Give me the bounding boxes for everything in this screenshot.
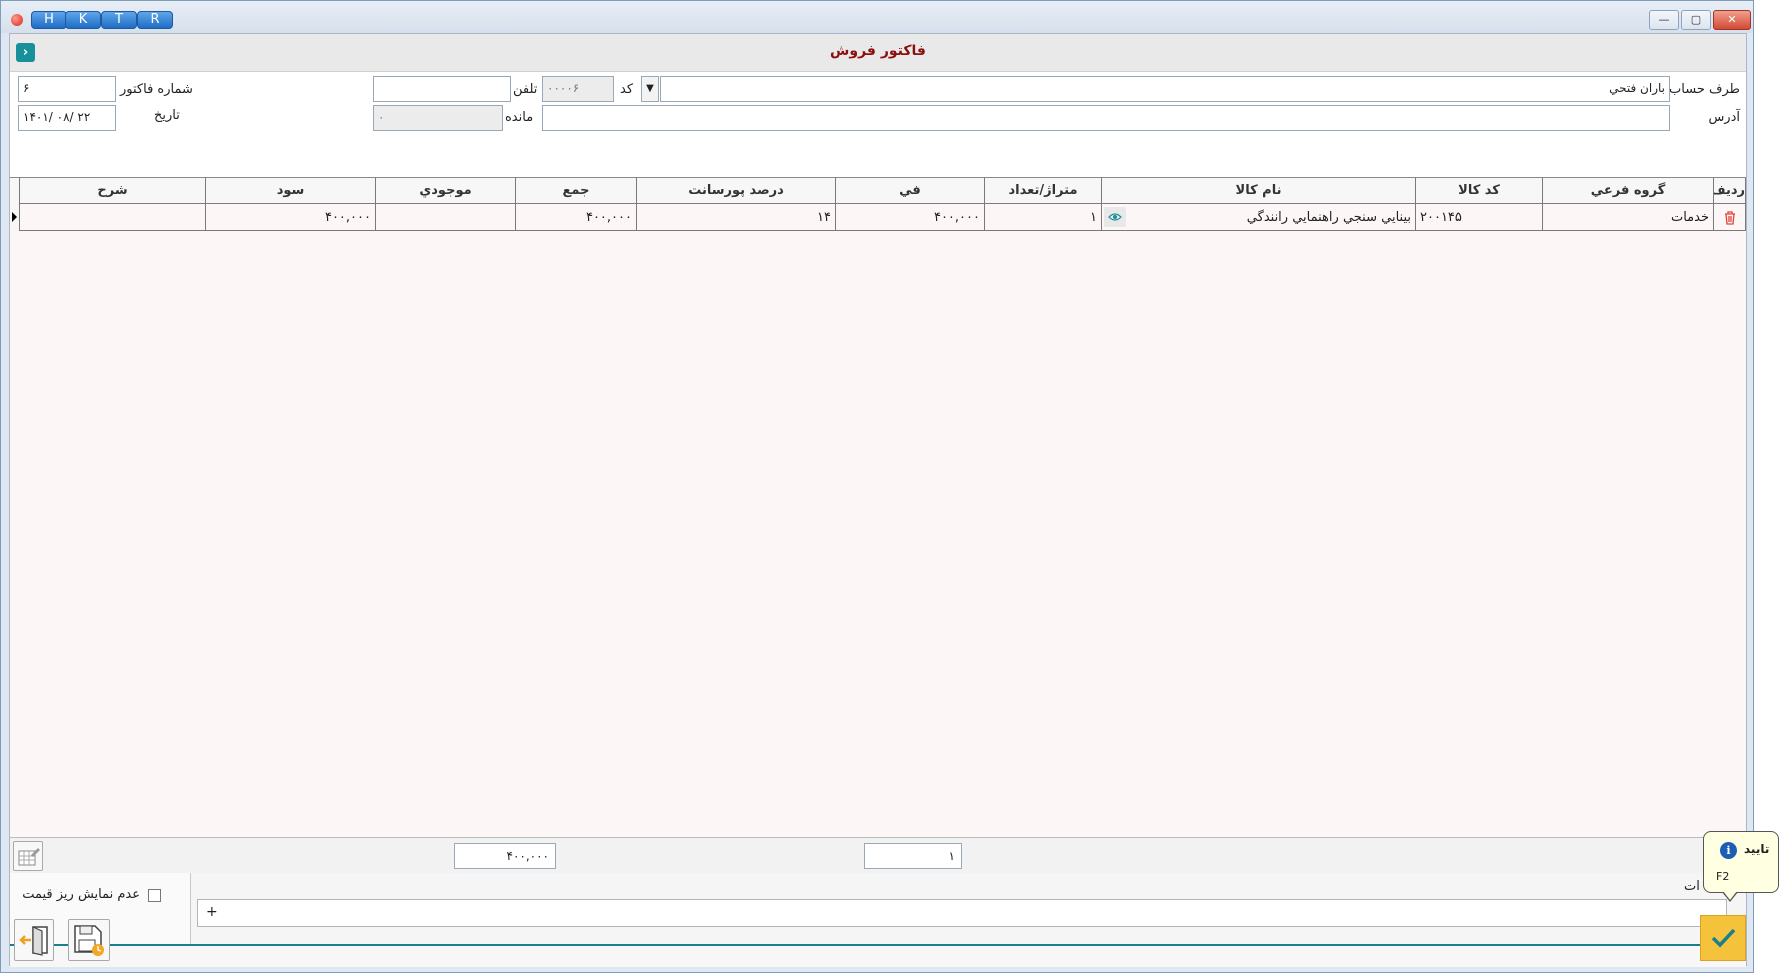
code-field: ۰۰۰۰۶ <box>542 76 614 102</box>
cell-description[interactable] <box>20 204 206 231</box>
cell-profit[interactable]: ۴۰۰,۰۰۰ <box>206 204 376 231</box>
exit-door-icon <box>19 926 48 956</box>
column-header-profit[interactable]: سود <box>206 178 376 204</box>
form-header: › فاكتور فروش <box>10 34 1746 72</box>
sum-total: ۴۰۰,۰۰۰ <box>454 843 556 869</box>
date-label: تاريخ <box>154 108 180 123</box>
notes-input[interactable]: + <box>197 899 1727 927</box>
tooltip-shortcut: F2 <box>1716 870 1730 883</box>
current-row-marker-icon <box>12 212 17 222</box>
notes-area: عدم نمايش ريز قيمت ات + <box>10 873 1746 947</box>
column-header-qty[interactable]: متراژ/تعداد <box>985 178 1102 204</box>
cell-commission[interactable]: ۱۴ <box>637 204 836 231</box>
remaining-label: مانده <box>505 110 534 125</box>
view-item-button[interactable] <box>1104 207 1126 227</box>
column-settings-button[interactable] <box>13 841 43 871</box>
grid-settings-icon <box>18 848 40 866</box>
column-header-stock[interactable]: موجودي <box>376 178 516 204</box>
cell-name-container[interactable]: بينايي سنجي راهنمايي رانندگي <box>1102 204 1416 231</box>
phone-label: تلفن <box>513 82 538 97</box>
info-icon: i <box>1720 842 1737 859</box>
account-field[interactable]: باران فتحي <box>660 76 1670 102</box>
column-header-name[interactable]: نام كالا <box>1102 178 1416 204</box>
cell-price[interactable]: ۴۰۰,۰۰۰ <box>836 204 985 231</box>
cell-code[interactable]: ۲۰۰۱۴۵ <box>1416 204 1543 231</box>
confirm-button[interactable] <box>1700 915 1746 961</box>
cell-name: بينايي سنجي راهنمايي رانندگي <box>1246 210 1411 225</box>
hide-price-details-label: عدم نمايش ريز قيمت <box>22 887 140 902</box>
app-window: H K T R — ▢ ✕ › فاكتور فروش طرف حساب بار… <box>0 0 1779 973</box>
tooltip-title: تاييد <box>1744 842 1770 856</box>
close-button[interactable]: ✕ <box>1713 10 1751 30</box>
title-bar: H K T R — ▢ ✕ <box>1 1 1753 33</box>
cell-group[interactable]: خدمات <box>1543 204 1714 231</box>
tooltip-tail-fill <box>1723 891 1737 900</box>
column-header-price[interactable]: في <box>836 178 985 204</box>
quick-button-k[interactable]: K <box>65 11 101 29</box>
quick-button-h[interactable]: H <box>31 11 67 29</box>
cell-stock[interactable] <box>376 204 516 231</box>
eye-icon <box>1108 212 1122 221</box>
totals-bar: ۱ ۴۰۰,۰۰۰ <box>10 837 1746 874</box>
save-draft-button[interactable] <box>68 919 110 961</box>
invoice-number-label: شماره فاكتور <box>120 82 193 97</box>
date-field[interactable]: ۱۴۰۱/ ۰۸/ ۲۲ <box>18 105 116 131</box>
column-header-total[interactable]: جمع <box>516 178 637 204</box>
checkmark-icon <box>1711 928 1736 948</box>
minimize-button[interactable]: — <box>1649 10 1679 30</box>
notes-label: ات <box>1684 879 1700 894</box>
column-header-description[interactable]: شرح <box>20 178 206 204</box>
save-clock-icon <box>74 925 104 956</box>
trash-icon <box>1724 211 1735 225</box>
column-header-group[interactable]: گروه فرعي <box>1543 178 1714 204</box>
cell-total[interactable]: ۴۰۰,۰۰۰ <box>516 204 637 231</box>
quick-button-t[interactable]: T <box>101 11 137 29</box>
hide-price-details-checkbox[interactable] <box>148 889 161 902</box>
cell-qty[interactable]: ۱ <box>985 204 1102 231</box>
exit-button[interactable] <box>14 919 54 961</box>
account-dropdown-button[interactable]: ▼ <box>641 76 659 102</box>
qty-total: ۱ <box>864 843 962 869</box>
maximize-button[interactable]: ▢ <box>1681 10 1711 30</box>
invoice-form: › فاكتور فروش طرف حساب باران فتحي ▼ كد ۰… <box>9 33 1747 967</box>
app-icon <box>11 14 23 26</box>
account-label: طرف حساب <box>1669 82 1740 97</box>
action-bar <box>10 946 1746 967</box>
items-grid: رديف گروه فرعي كد كالا نام كالا متراژ/تع… <box>10 177 1746 838</box>
remaining-field: ۰ <box>373 105 503 131</box>
code-label: كد <box>620 82 634 97</box>
column-header-commission[interactable]: درصد پورسانت <box>637 178 836 204</box>
address-label: آدرس <box>1708 110 1740 125</box>
address-field[interactable] <box>542 105 1670 131</box>
column-header-row[interactable]: رديف <box>1714 178 1746 204</box>
header-fields: طرف حساب باران فتحي ▼ كد ۰۰۰۰۶ تلفن شمار… <box>10 72 1746 172</box>
confirm-tooltip: i تاييد F2 <box>1703 831 1779 902</box>
phone-field[interactable] <box>373 76 511 102</box>
page-title: فاكتور فروش <box>830 43 926 59</box>
delete-row-button[interactable] <box>1714 204 1746 231</box>
row-indicator <box>10 178 20 231</box>
invoice-number-field[interactable]: ۶ <box>18 76 116 102</box>
quick-button-r[interactable]: R <box>137 11 173 29</box>
column-header-code[interactable]: كد كالا <box>1416 178 1543 204</box>
